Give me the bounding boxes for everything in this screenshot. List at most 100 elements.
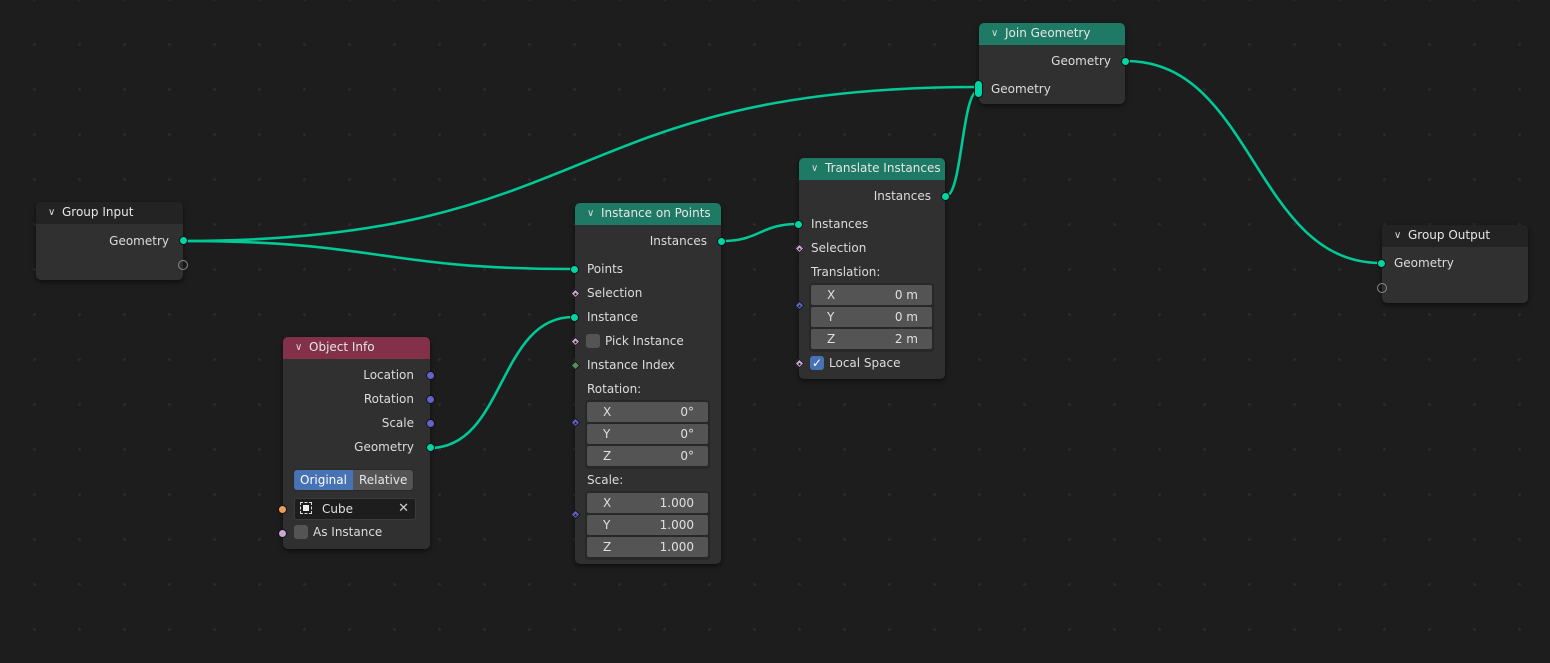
axis-label: Y (603, 427, 611, 441)
pick-instance-label: Pick Instance (605, 334, 684, 348)
node-group-input[interactable]: ∨ Group Input Geometry (36, 202, 188, 280)
axis-label: X (827, 288, 836, 302)
collapse-chevron-icon[interactable]: ∨ (811, 158, 825, 179)
collapse-chevron-icon[interactable]: ∨ (991, 23, 1005, 44)
rotation-output-socket[interactable] (426, 395, 435, 404)
selection-input-socket[interactable] (570, 288, 581, 299)
geometry-input-socket[interactable] (1377, 259, 1386, 268)
link-translate-to-join[interactable] (945, 89, 979, 198)
scale-z-field[interactable]: Z 1.000 (587, 537, 708, 557)
geometry-output-socket[interactable] (179, 236, 188, 245)
rotation-z-field[interactable]: Z 0° (587, 446, 708, 466)
node-object-info[interactable]: ∨ Object Info Location Rotation Scale Geo… (278, 337, 435, 549)
relative-option[interactable]: Relative (352, 470, 414, 490)
collapse-chevron-icon[interactable]: ∨ (295, 337, 309, 358)
node-title: Instance on Points (601, 206, 711, 220)
node-header[interactable]: ∨ Join Geometry (979, 23, 1125, 45)
scale-x-value: 1.000 (659, 496, 694, 510)
rotation-y-field[interactable]: Y 0° (587, 424, 708, 444)
translation-input-socket[interactable] (794, 300, 805, 311)
node-group-output[interactable]: ∨ Group Output Geometry (1377, 225, 1528, 303)
selection-label: Selection (811, 241, 867, 255)
object-name: Cube (322, 502, 353, 516)
rotation-x-field[interactable]: X 0° (587, 402, 708, 422)
axis-label: Y (603, 518, 611, 532)
link-object-info-to-instance[interactable] (429, 315, 574, 450)
geometry-output-socket[interactable] (426, 443, 435, 452)
location-output-socket[interactable] (426, 371, 435, 380)
output-geometry-label: Geometry (354, 440, 414, 454)
translation-z-value: 2 m (894, 332, 918, 346)
node-title: Translate Instances (825, 161, 941, 175)
collapse-chevron-icon[interactable]: ∨ (48, 202, 62, 223)
original-option[interactable]: Original (294, 470, 353, 490)
node-header[interactable]: ∨ Group Output (1382, 225, 1528, 247)
rotation-input-socket[interactable] (570, 417, 581, 428)
axis-label: Z (603, 449, 612, 463)
node-join-geometry[interactable]: ∨ Join Geometry Geometry Geometry (974, 23, 1130, 104)
instance-label: Instance (587, 310, 639, 324)
local-space-label: Local Space (829, 356, 901, 370)
node-instance-on-points[interactable]: ∨ Instance on Points Instances Points Sel… (570, 203, 726, 564)
scale-x-field[interactable]: X 1.000 (587, 493, 708, 513)
checkmark-icon: ✓ (811, 356, 823, 370)
instance-index-input-socket[interactable] (570, 360, 581, 371)
scale-input-socket[interactable] (570, 509, 581, 520)
translation-vector-field: X 0 m Y 0 m Z 2 m (809, 283, 934, 352)
instances-output-socket[interactable] (717, 237, 726, 246)
selection-label: Selection (587, 286, 643, 300)
node-header[interactable]: ∨ Instance on Points (575, 203, 721, 225)
link-join-to-group-output[interactable] (1125, 59, 1382, 265)
link-instances-to-translate[interactable] (721, 222, 799, 243)
scale-y-value: 1.000 (659, 518, 694, 532)
rotation-y-value: 0° (680, 427, 694, 441)
link-group-input-to-points[interactable] (182, 239, 574, 271)
pick-instance-checkbox[interactable] (586, 334, 600, 348)
instance-input-socket[interactable] (570, 313, 579, 322)
output-instances-label: Instances (649, 234, 707, 248)
output-geometry-label: Geometry (1051, 54, 1111, 68)
translation-x-field[interactable]: X 0 m (811, 285, 932, 305)
axis-label: Y (827, 310, 835, 324)
scale-z-value: 1.000 (659, 540, 694, 554)
collapse-chevron-icon[interactable]: ∨ (1394, 225, 1408, 246)
node-header[interactable]: ∨ Group Input (36, 202, 183, 224)
local-space-input-socket[interactable] (794, 358, 805, 369)
output-scale-label: Scale (381, 416, 414, 430)
selection-input-socket[interactable] (794, 243, 805, 254)
instances-label: Instances (811, 217, 869, 231)
rotation-x-value: 0° (680, 405, 694, 419)
scale-label: Scale: (587, 473, 624, 487)
output-rotation-label: Rotation (363, 392, 414, 406)
node-header[interactable]: ∨ Object Info (283, 337, 430, 359)
empty-output-socket[interactable] (178, 260, 188, 270)
instances-output-socket[interactable] (941, 192, 950, 201)
object-input-socket[interactable] (278, 505, 287, 514)
geometry-output-socket[interactable] (1121, 57, 1130, 66)
as-instance-input-socket[interactable] (278, 529, 287, 538)
pick-instance-input-socket[interactable] (570, 336, 581, 347)
translation-label: Translation: (811, 265, 881, 279)
geometry-multi-input-socket[interactable] (974, 80, 983, 98)
node-translate-instances[interactable]: ∨ Translate Instances Instances Instances… (794, 158, 950, 379)
rotation-label: Rotation: (587, 382, 642, 396)
scale-y-field[interactable]: Y 1.000 (587, 515, 708, 535)
node-header[interactable]: ∨ Translate Instances (799, 158, 945, 180)
object-field[interactable]: Cube ✕ (294, 498, 416, 520)
axis-label: Z (603, 540, 612, 554)
close-icon[interactable]: ✕ (398, 499, 409, 519)
instances-input-socket[interactable] (794, 220, 803, 229)
as-instance-checkbox[interactable] (294, 525, 308, 539)
collapse-chevron-icon[interactable]: ∨ (587, 203, 601, 224)
transform-space-toggle: Original Relative (293, 469, 415, 491)
local-space-checkbox[interactable]: ✓ (810, 356, 824, 370)
translation-y-field[interactable]: Y 0 m (811, 307, 932, 327)
points-label: Points (587, 262, 624, 276)
scale-output-socket[interactable] (426, 419, 435, 428)
axis-label: Z (827, 332, 836, 346)
points-input-socket[interactable] (570, 265, 579, 274)
empty-input-socket[interactable] (1377, 283, 1387, 293)
node-title: Join Geometry (1005, 26, 1091, 40)
node-title: Group Output (1408, 228, 1491, 242)
translation-z-field[interactable]: Z 2 m (811, 329, 932, 349)
